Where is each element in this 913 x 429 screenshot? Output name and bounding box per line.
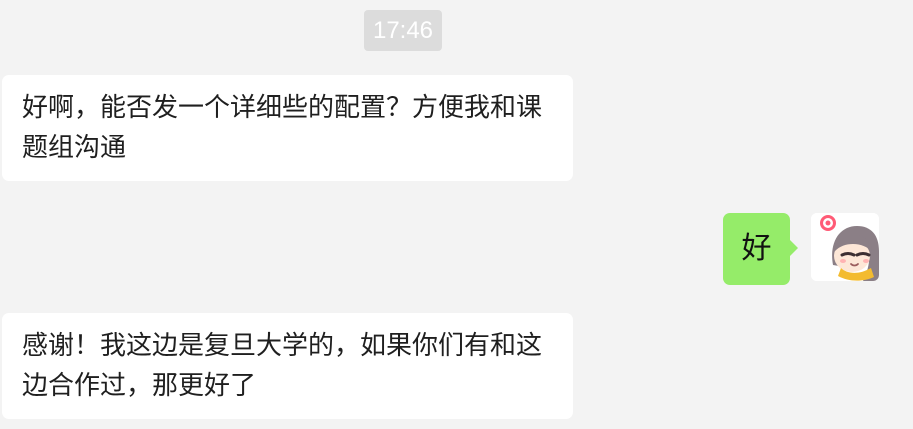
message-text: 好啊，能否发一个详细些的配置？方便我和课题组沟通: [22, 93, 543, 163]
avatar-image: [811, 213, 879, 281]
message-text: 好: [741, 231, 772, 266]
incoming-message-bubble[interactable]: 好啊，能否发一个详细些的配置？方便我和课题组沟通: [2, 75, 573, 181]
cartoon-avatar-icon[interactable]: [811, 213, 879, 281]
timestamp: 17:46: [364, 10, 442, 51]
incoming-message-bubble[interactable]: 感谢！我这边是复旦大学的，如果你们有和这边合作过，那更好了: [2, 313, 573, 419]
message-text: 感谢！我这边是复旦大学的，如果你们有和这边合作过，那更好了: [22, 331, 543, 401]
outgoing-message: 好: [723, 213, 913, 285]
outgoing-message-bubble[interactable]: 好: [723, 213, 798, 285]
chat-area: 17:46 好啊，能否发一个详细些的配置？方便我和课题组沟通 好 感谢！我这边是…: [0, 0, 913, 429]
